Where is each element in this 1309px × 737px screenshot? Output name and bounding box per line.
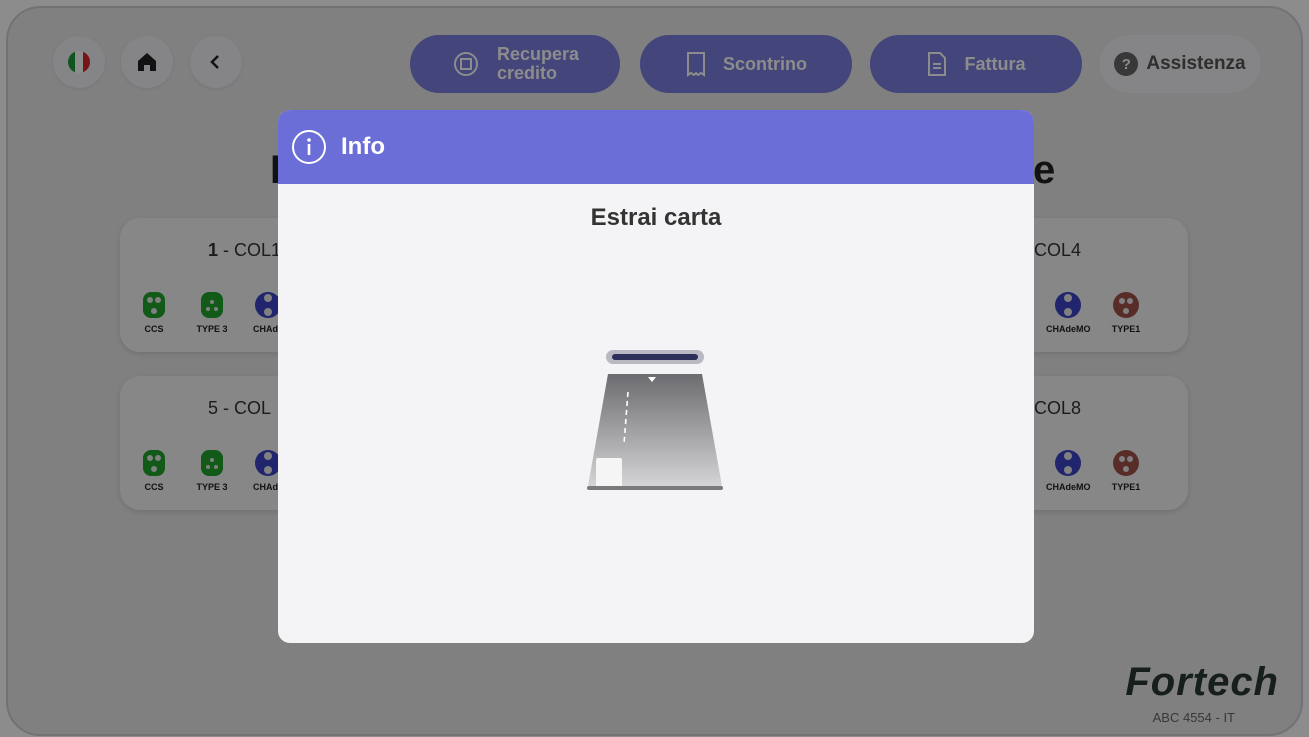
dialog-message: Estrai carta: [590, 204, 722, 231]
info-dialog: Info Estrai carta: [278, 110, 1034, 643]
remove-card-illustration: [584, 344, 734, 509]
info-icon: [292, 130, 326, 164]
dialog-header: Info: [278, 110, 1034, 184]
dialog-title: Info: [341, 133, 385, 160]
